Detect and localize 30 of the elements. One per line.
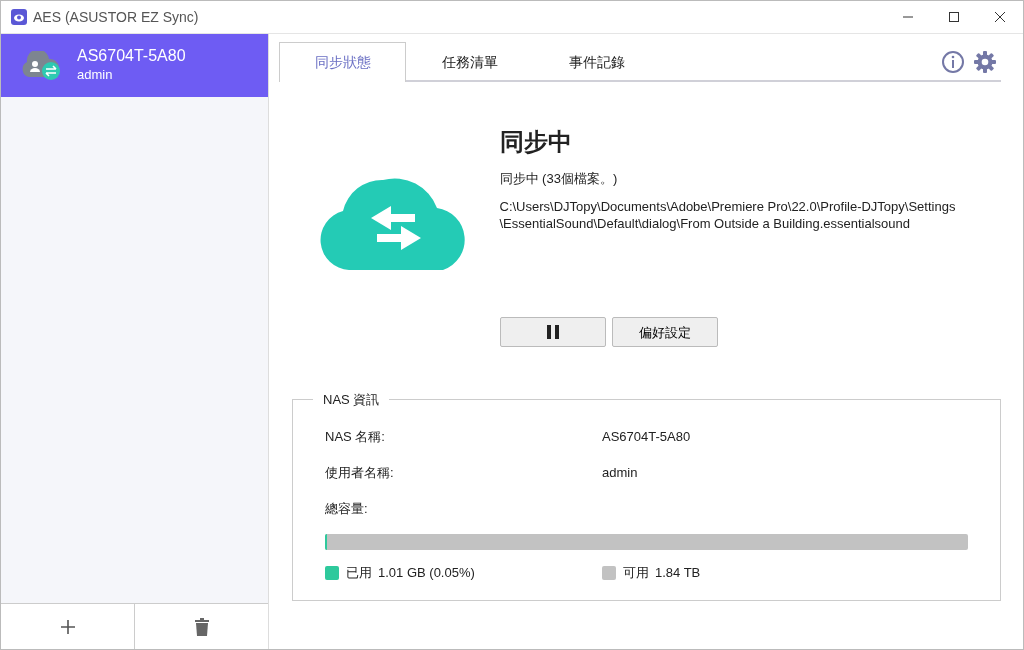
field-label: NAS 名稱:: [325, 427, 386, 446]
tab[interactable]: 同步狀態: [279, 42, 406, 82]
capacity-label: 總容量:: [325, 499, 368, 518]
tab[interactable]: 任務清單: [406, 42, 533, 81]
trash-icon: [193, 617, 210, 636]
field-label: 使用者名稱:: [325, 463, 395, 482]
preferences-button[interactable]: 偏好設定: [612, 317, 718, 348]
field-value: AS6704T-5A80: [602, 427, 691, 446]
panel-title: NAS 資訊: [313, 390, 390, 410]
close-icon: [995, 12, 1005, 22]
legend-value: 1.84 TB: [655, 564, 701, 583]
sync-summary: 同步中 (33個檔案。): [499, 169, 619, 188]
window-title: AES (ASUSTOR EZ Sync): [33, 7, 199, 27]
device-user: admin: [77, 65, 114, 84]
plus-icon: [59, 618, 76, 635]
status-heading: 同步中: [499, 128, 573, 157]
app-icon: [11, 9, 27, 25]
pause-icon: [545, 324, 560, 341]
field-value: admin: [602, 463, 638, 482]
device-cloud-icon: [21, 50, 63, 81]
device-name: AS6704T-5A80: [77, 46, 186, 65]
file-path: C:\Users\DJTopy\Documents\Adobe\Premiere Pro\22.0\Profile-DJTopy\Settings: [499, 198, 957, 216]
legend-value: 1.01 GB (0.05%): [378, 564, 475, 583]
tab[interactable]: 事件記錄: [533, 42, 660, 81]
maximize-icon: [949, 12, 959, 22]
device-item[interactable]: AS6704T-5A80 admin: [1, 34, 268, 97]
pause-button[interactable]: [499, 317, 606, 348]
file-path: \EssentialSound\Default\dialog\From Outside a Building.essentialsound: [499, 215, 911, 233]
legend-label: 已用: [345, 564, 372, 583]
legend-label: 可用: [622, 564, 649, 583]
